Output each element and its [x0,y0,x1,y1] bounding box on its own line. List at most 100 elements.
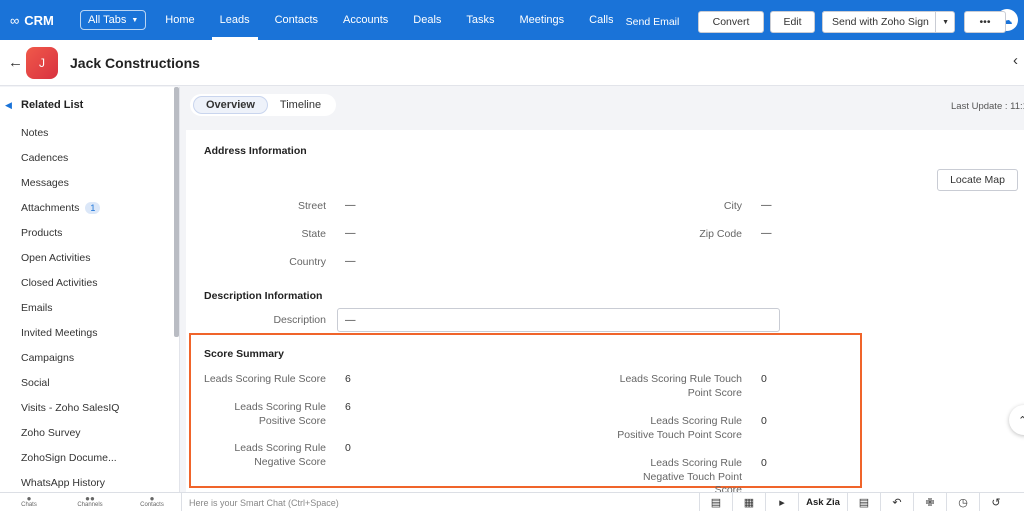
sidebar-item-cadences[interactable]: Cadences [21,152,68,164]
negative-touch-point-label-line2: Negative Touch Point [642,471,742,483]
negative-score-label: Leads Scoring Rule Negative Score [196,441,326,469]
brand-name: CRM [24,12,54,28]
more-actions-button[interactable]: ••• [964,11,1006,33]
record-header: ← J Jack Constructions [0,40,1024,86]
sidebar-item-invited-meetings[interactable]: Invited Meetings [21,327,97,339]
street-value[interactable]: — [345,199,356,211]
negative-score-label-line2: Negative Score [254,456,326,468]
tab-accounts[interactable]: Accounts [335,0,396,40]
chevron-down-icon: ▼ [131,16,139,24]
megaphone-icon[interactable]: ▸ [765,493,798,511]
leads-scoring-rule-score-label: Leads Scoring Rule Score [204,373,326,385]
country-value[interactable]: — [345,255,356,267]
chat-bubble-icon: ● [26,494,32,503]
score-summary-title: Score Summary [204,348,284,360]
sidebar-item-social[interactable]: Social [21,377,50,389]
alarm-clock-icon[interactable]: ◷ [946,493,979,511]
negative-touch-point-label-line3: Score [714,485,742,492]
description-field[interactable]: — [337,308,780,332]
channels-label: Channels [77,502,103,508]
zia-icon[interactable]: ✙ [913,493,946,511]
smart-chat-input[interactable]: Here is your Smart Chat (Ctrl+Space) [181,493,698,511]
description-label: Description [273,314,326,326]
channels-icon: ●● [85,494,95,503]
content-tabs: Overview Timeline [190,94,337,116]
screen-share-icon[interactable]: ▤ [699,493,732,511]
sidebar-item-zoho-survey[interactable]: Zoho Survey [21,427,81,439]
collapse-panel-icon[interactable]: ‹ [1013,52,1018,69]
state-value[interactable]: — [345,227,356,239]
related-list-title: Related List [21,99,84,111]
ask-zia-button[interactable]: Ask Zia [798,493,847,511]
channels-button[interactable]: ●● Channels [70,495,110,509]
send-with-zoho-sign-label: Send with Zoho Sign [832,16,929,28]
tab-overview[interactable]: Overview [193,96,268,114]
negative-score-label-line1: Leads Scoring Rule [234,442,326,454]
send-email-button[interactable]: Send Email [613,11,692,33]
sidebar-item-visits-salesiq[interactable]: Visits - Zoho SalesIQ [21,402,119,414]
contacts-label: Contacts [140,502,164,508]
edit-button[interactable]: Edit [770,11,815,33]
search-records-icon[interactable]: ▦ [732,493,765,511]
tab-timeline[interactable]: Timeline [268,96,333,114]
crm-brand[interactable]: ∞ CRM [10,13,72,28]
sidebar-item-emails[interactable]: Emails [21,302,53,314]
touch-point-score-label-line2: Point Score [687,387,742,399]
positive-score-label-line1: Leads Scoring Rule [234,401,326,413]
all-tabs-dropdown[interactable]: All Tabs ▼ [80,10,147,30]
record-title: Jack Constructions [70,54,200,71]
related-list-heading[interactable]: ◀ Related List [0,99,83,111]
positive-touch-point-label-line2: Positive Touch Point Score [617,429,742,441]
touch-point-score-label-line1: Leads Scoring Rule Touch [619,373,742,385]
tab-meetings[interactable]: Meetings [512,0,573,40]
country-label: Country [289,256,326,268]
sidebar-item-closed-activities[interactable]: Closed Activities [21,277,97,289]
contacts-button[interactable]: ● Contacts [132,495,172,509]
tab-tasks[interactable]: Tasks [458,0,502,40]
send-with-zoho-sign-button[interactable]: Send with Zoho Sign ▼ [822,11,955,33]
sidebar-item-campaigns[interactable]: Campaigns [21,352,74,364]
sidebar-scrollbar[interactable] [174,87,179,337]
contacts-icon: ● [149,494,155,503]
back-arrow-icon[interactable]: ← [8,54,26,71]
negative-touch-point-score-value: 0 [761,457,767,469]
collapse-caret-icon[interactable]: ◀ [5,100,21,111]
undo-icon[interactable]: ↶ [880,493,913,511]
positive-score-value: 6 [345,401,351,413]
positive-touch-point-score-value: 0 [761,415,767,427]
street-label: Street [297,200,326,212]
chats-button[interactable]: ● Chats [9,495,49,509]
bottom-bar: ● Chats ●● Channels ● Contacts Here is y… [0,492,1024,511]
history-icon[interactable]: ↺ [979,493,1012,511]
state-label: State [301,228,326,240]
negative-score-value: 0 [345,442,351,454]
sidebar-item-products[interactable]: Products [21,227,62,239]
locate-map-button[interactable]: Locate Map [937,169,1018,191]
positive-touch-point-score-label: Leads Scoring Rule Positive Touch Point … [600,414,742,442]
city-label: City [723,200,742,212]
crm-logo-icon: ∞ [10,12,20,28]
negative-touch-point-score-label: Leads Scoring Rule Negative Touch Point [600,456,742,484]
sidebar-item-label: Attachments [21,202,80,214]
tab-contacts[interactable]: Contacts [267,0,326,40]
sidebar-item-zohosign-documents[interactable]: ZohoSign Docume... [21,452,117,464]
zip-code-value[interactable]: — [761,227,772,239]
related-list-sidebar: ◀ Related List Notes Cadences Messages A… [0,87,180,492]
convert-button[interactable]: Convert [698,11,764,33]
sidebar-item-messages[interactable]: Messages [21,177,69,189]
sidebar-item-whatsapp-history[interactable]: WhatsApp History [21,477,105,489]
tab-deals[interactable]: Deals [405,0,449,40]
all-tabs-label: All Tabs [88,14,127,26]
sidebar-item-open-activities[interactable]: Open Activities [21,252,90,264]
zia-chart-icon[interactable]: ▤ [847,493,880,511]
sidebar-item-notes[interactable]: Notes [21,127,48,139]
sidebar-item-attachments[interactable]: Attachments 1 [21,202,101,214]
description-section-title: Description Information [204,290,323,302]
zip-code-label: Zip Code [699,228,742,240]
chevron-down-icon[interactable]: ▼ [942,19,949,26]
city-value[interactable]: — [761,199,772,211]
split-divider [935,12,936,32]
address-section-title: Address Information [204,145,307,157]
tab-home[interactable]: Home [157,0,202,40]
tab-leads[interactable]: Leads [211,0,258,40]
